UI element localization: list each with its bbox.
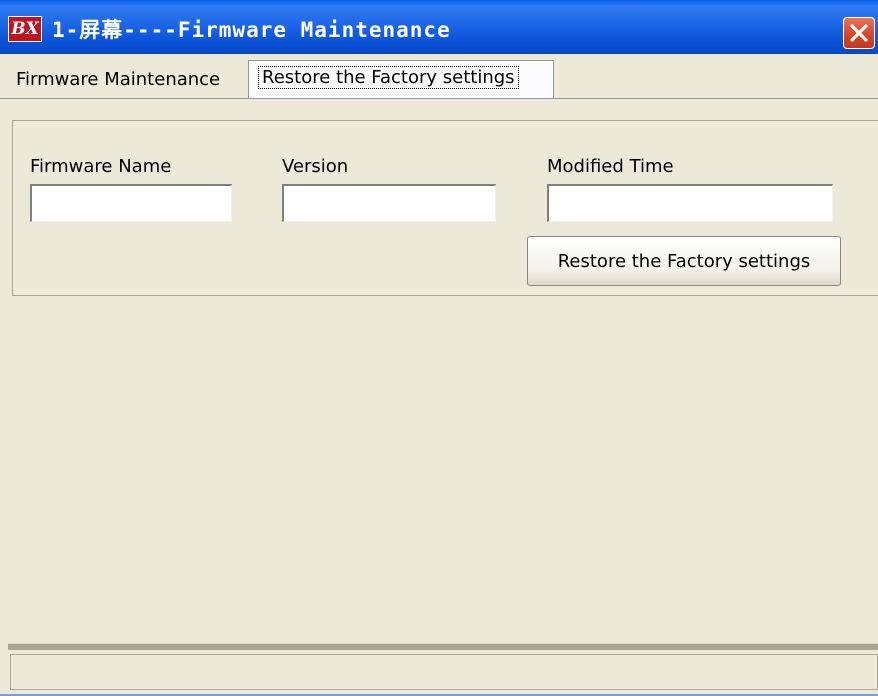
- firmware-name-input[interactable]: [30, 184, 232, 222]
- window-title: 1-屏幕----Firmware Maintenance: [52, 18, 451, 42]
- close-icon: [850, 24, 868, 42]
- status-bar: [10, 654, 878, 690]
- restore-factory-settings-button[interactable]: Restore the Factory settings: [527, 236, 841, 286]
- modified-time-input[interactable]: [547, 184, 833, 222]
- bx-logo-icon: BX: [8, 16, 42, 42]
- close-button[interactable]: [843, 17, 875, 49]
- tab-restore-factory-settings[interactable]: Restore the Factory settings: [248, 60, 554, 98]
- tab-divider: [0, 98, 878, 99]
- tab-strip: Firmware Maintenance Restore the Factory…: [0, 54, 878, 100]
- modified-time-label: Modified Time: [547, 156, 674, 177]
- version-label: Version: [282, 156, 349, 177]
- firmware-name-label: Firmware Name: [30, 156, 172, 177]
- title-bar[interactable]: BX 1-屏幕----Firmware Maintenance: [0, 0, 878, 54]
- version-input[interactable]: [282, 184, 496, 222]
- tab-firmware-maintenance[interactable]: Firmware Maintenance: [6, 64, 242, 98]
- tab-label: Restore the Factory settings: [258, 66, 519, 89]
- splitter[interactable]: [8, 643, 878, 650]
